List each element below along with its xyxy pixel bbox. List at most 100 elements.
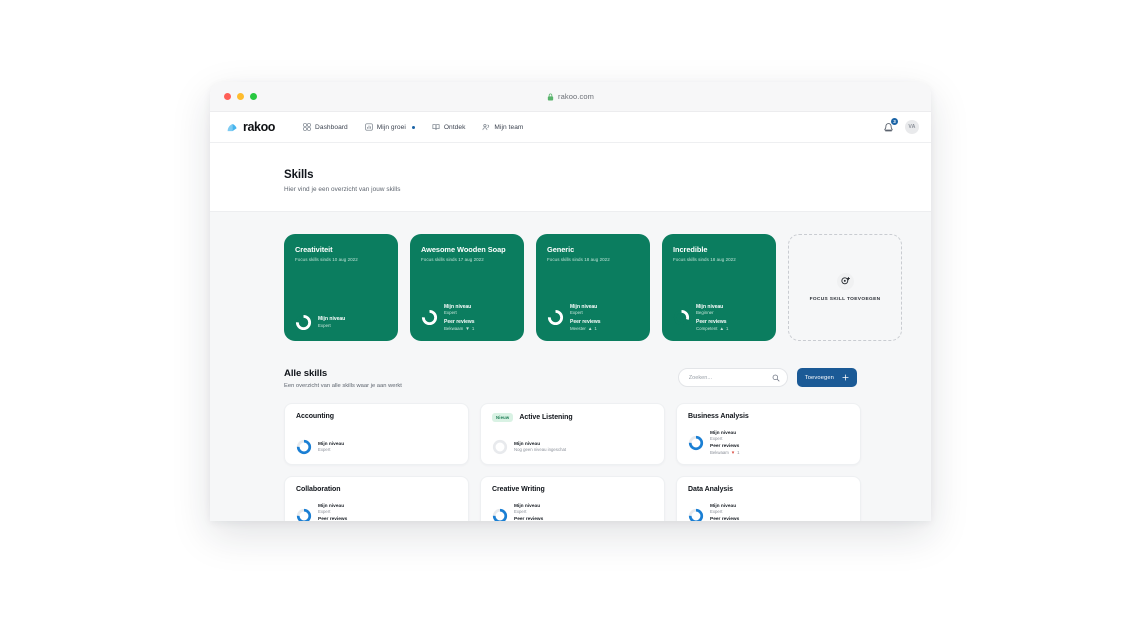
focus-skill-title: Creativiteit (295, 245, 388, 254)
skill-card[interactable]: Accounting Mijn niveau Expert (284, 403, 469, 465)
page-subtitle: Hier vind je een overzicht van jouw skil… (284, 186, 931, 193)
level-value: Expert (444, 310, 475, 315)
peer-reviews-count: 1 (726, 326, 728, 331)
add-focus-skill-card[interactable]: FOCUS SKILL TOEVOEGEN (788, 234, 902, 341)
level-ring-icon (688, 508, 704, 521)
search-box[interactable] (678, 368, 788, 387)
level-ring-icon (296, 508, 312, 521)
rakoo-logo-icon (226, 121, 239, 134)
all-skills-grid: Accounting Mijn niveau Expert (284, 403, 931, 521)
peer-reviews-label: Peer reviews (710, 517, 740, 521)
close-window-button[interactable] (224, 93, 231, 100)
plus-icon (842, 374, 849, 381)
minimize-window-button[interactable] (237, 93, 244, 100)
add-focus-skill-label: FOCUS SKILL TOEVOEGEN (810, 297, 881, 302)
focus-skill-card[interactable]: Generic Focus skills sinds 18 aug 2022 M… (536, 234, 650, 341)
trend-arrow-icon: ▼ (731, 450, 735, 455)
all-skills-title: Alle skills (284, 368, 402, 379)
zoom-window-button[interactable] (250, 93, 257, 100)
page-content: Creativiteit Focus skills sinds 10 aug 2… (210, 212, 931, 521)
add-skill-button-label: Toevoegen (805, 375, 834, 381)
app-navbar: rakoo Dashboard (210, 112, 931, 143)
search-icon[interactable] (772, 374, 780, 382)
skill-title: Accounting (296, 413, 334, 420)
trend-arrow-icon: ▼ (465, 326, 470, 332)
level-value: Expert (570, 310, 601, 315)
level-ring-icon (296, 439, 312, 455)
skill-card[interactable]: Nieuw Active Listening Mijn niveau Nog g… (480, 403, 665, 465)
level-ring-icon (492, 508, 508, 521)
skill-title: Data Analysis (688, 486, 733, 493)
skill-card[interactable]: Creative Writing Mijn niveau Expert Peer… (480, 476, 665, 521)
nav-right-actions: 3 VA (882, 120, 919, 134)
skill-title: Collaboration (296, 486, 340, 493)
focus-skills-row: Creativiteit Focus skills sinds 10 aug 2… (284, 234, 931, 341)
skill-title: Active Listening (519, 414, 572, 421)
peer-reviews-count: 1 (737, 450, 739, 455)
lock-icon (547, 93, 554, 101)
browser-chrome-bar: rakoo.com (210, 82, 931, 112)
trend-arrow-icon: ▲ (719, 326, 724, 332)
trend-arrow-icon: ▲ (588, 326, 593, 332)
skill-card[interactable]: Collaboration Mijn niveau Expert Peer re… (284, 476, 469, 521)
search-input[interactable] (689, 375, 768, 381)
focus-skill-since: Focus skills sinds 18 aug 2022 (547, 257, 640, 262)
avatar[interactable]: VA (905, 120, 919, 134)
new-badge: Nieuw (492, 413, 513, 422)
address-bar[interactable]: rakoo.com (210, 82, 931, 111)
notifications-badge: 3 (891, 118, 898, 125)
level-ring-icon (547, 309, 564, 326)
nav-item-ontdek-label: Ontdek (444, 124, 466, 131)
peer-reviews-level: Meester (570, 326, 586, 331)
add-skill-button[interactable]: Toevoegen (797, 368, 857, 387)
peer-reviews-label: Peer reviews (318, 517, 348, 521)
nav-item-mijn-team[interactable]: Mijn team (482, 123, 523, 131)
peer-reviews-value: Bekwaam ▼ 1 (444, 326, 475, 332)
nav-item-mijn-groei-label: Mijn groei (377, 124, 406, 131)
focus-skill-card[interactable]: Awesome Wooden Soap Focus skills sinds 1… (410, 234, 524, 341)
all-skills-subtitle: Een overzicht van alle skills waar je aa… (284, 383, 402, 389)
logo-text: rakoo (243, 120, 275, 134)
growth-chart-icon (365, 123, 373, 131)
focus-skill-title: Awesome Wooden Soap (421, 245, 514, 254)
focus-skill-card[interactable]: Creativiteit Focus skills sinds 10 aug 2… (284, 234, 398, 341)
nav-item-mijn-groei[interactable]: Mijn groei (365, 123, 415, 131)
level-value: Expert (318, 509, 348, 514)
grid-icon (303, 123, 311, 131)
level-value: Beginner (696, 310, 728, 315)
page-title: Skills (284, 169, 931, 181)
level-ring-icon (673, 309, 690, 326)
nav-links: Dashboard Mijn groei Ontdek (303, 123, 523, 131)
people-icon (482, 123, 490, 131)
nav-item-dashboard[interactable]: Dashboard (303, 123, 348, 131)
browser-window: rakoo.com rakoo (210, 82, 931, 521)
peer-reviews-label: Peer reviews (514, 517, 544, 521)
level-value: Expert (710, 509, 740, 514)
all-skills-actions: Toevoegen (678, 368, 857, 389)
level-ring-icon (295, 314, 312, 331)
focus-skill-title: Generic (547, 245, 640, 254)
focus-skill-card[interactable]: Incredible Focus skills sinds 18 aug 202… (662, 234, 776, 341)
peer-reviews-level: Competent (696, 326, 717, 331)
skill-card[interactable]: Data Analysis Mijn niveau Expert Peer re… (676, 476, 861, 521)
peer-reviews-value: Meester ▲ 1 (570, 326, 601, 332)
focus-skill-since: Focus skills sinds 10 aug 2022 (295, 257, 388, 262)
peer-reviews-level: Bekwaam (710, 450, 729, 455)
page-header: Skills Hier vind je een overzicht van jo… (210, 143, 931, 212)
notifications-button[interactable]: 3 (882, 121, 895, 134)
level-ring-icon (421, 309, 438, 326)
nav-item-mijn-team-label: Mijn team (494, 124, 523, 131)
all-skills-header: Alle skills Een overzicht van alle skill… (284, 368, 931, 389)
traffic-lights (224, 93, 257, 100)
add-focus-skill-icon (837, 273, 854, 290)
app-logo[interactable]: rakoo (226, 120, 275, 134)
level-ring-icon (492, 439, 508, 455)
url-text: rakoo.com (558, 92, 594, 101)
focus-skill-since: Focus skills sinds 17 aug 2022 (421, 257, 514, 262)
peer-reviews-value: Competent ▲ 1 (696, 326, 728, 332)
skill-card[interactable]: Business Analysis Mijn niveau Expert Pee… (676, 403, 861, 465)
nav-item-ontdek[interactable]: Ontdek (432, 123, 466, 131)
peer-reviews-level: Bekwaam (444, 326, 463, 331)
level-value: Expert (514, 509, 544, 514)
level-ring-icon (688, 435, 704, 451)
